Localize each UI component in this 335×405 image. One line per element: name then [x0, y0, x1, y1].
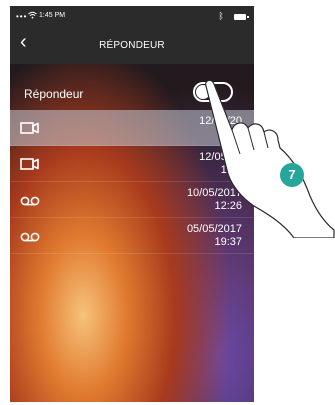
clock: 1:45 PM — [39, 12, 66, 19]
battery-icon — [234, 13, 249, 20]
video-camera-icon — [20, 157, 40, 175]
status-bar: ••• 1:45 PM ᛒ — [10, 6, 254, 26]
status-right: ᛒ — [218, 11, 249, 21]
voicemail-icon — [20, 193, 40, 211]
video-camera-icon — [20, 121, 40, 139]
toggle-label: Répondeur — [24, 87, 84, 101]
step-callout: 7 — [280, 163, 304, 187]
pointing-hand-icon — [205, 79, 335, 238]
voicemail-icon — [20, 229, 40, 247]
page-title: RÉPONDEUR — [99, 40, 165, 51]
nav-bar: ‹ RÉPONDEUR — [10, 26, 254, 64]
bluetooth-icon: ᛒ — [218, 11, 224, 21]
wifi-icon — [28, 11, 37, 21]
signal-indicator: ••• — [16, 12, 28, 21]
